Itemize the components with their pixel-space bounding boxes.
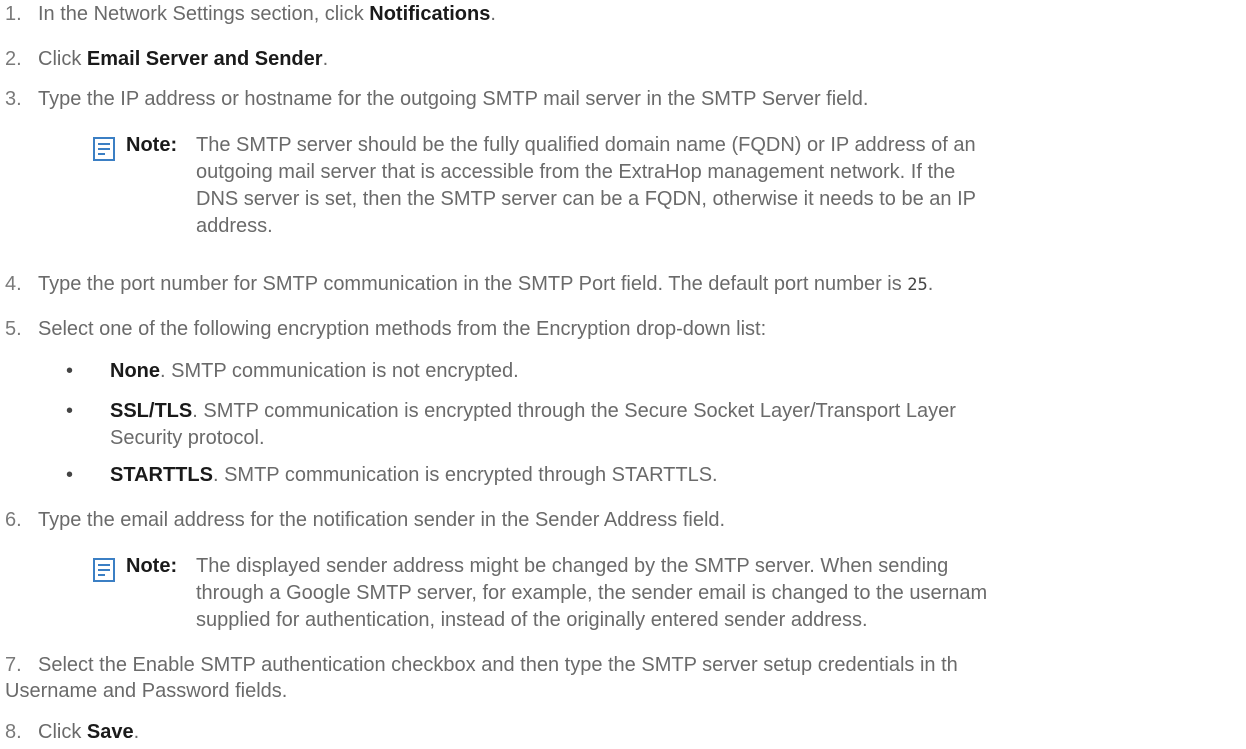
- note-line: outgoing mail server that is accessible …: [196, 161, 956, 183]
- step-number: 4.: [5, 273, 22, 295]
- option-name: None: [110, 360, 160, 382]
- note-icon: [93, 558, 115, 582]
- step-text: Type the port number for SMTP communicat…: [38, 271, 933, 298]
- option-description: . SMTP communication is encrypted throug…: [192, 400, 956, 422]
- note-icon: [93, 137, 115, 161]
- note-line: address.: [196, 215, 273, 237]
- note-body: The displayed sender address might be ch…: [196, 553, 987, 634]
- code-value: 25: [907, 275, 928, 295]
- step-number: 1.: [5, 3, 22, 25]
- note-line: through a Google SMTP server, for exampl…: [196, 582, 988, 604]
- option-name: SSL/TLS: [110, 400, 193, 422]
- option-description-cont: Security protocol.: [110, 427, 265, 449]
- bullet-marker: •: [66, 400, 74, 422]
- step-text: In the Network Settings section, click N…: [38, 1, 496, 27]
- step-number: 3.: [5, 88, 22, 110]
- option-text: SSL/TLS. SMTP communication is encrypted…: [110, 398, 1240, 452]
- encryption-option-ssl-tls: • SSL/TLS. SMTP communication is encrypt…: [66, 398, 1236, 452]
- note-label: Note:: [126, 555, 178, 577]
- note-callout: Note: The displayed sender address might…: [93, 553, 1246, 637]
- step-number: 8.: [5, 721, 22, 743]
- step-text: Click Save.: [38, 719, 139, 745]
- note-line: The SMTP server should be the fully qual…: [196, 134, 976, 156]
- step-text-post: .: [490, 3, 496, 25]
- step-text-post: .: [322, 48, 329, 70]
- note-callout: Note: The SMTP server should be the full…: [93, 132, 1243, 254]
- document-page: 1. In the Network Settings section, clic…: [0, 0, 1246, 749]
- bullet-marker: •: [66, 464, 74, 486]
- step-text-pre: Type the port number for SMTP communicat…: [38, 273, 908, 295]
- step-text-pre: In the Network Settings section, click: [38, 3, 370, 25]
- option-description: . SMTP communication is encrypted throug…: [212, 464, 718, 486]
- step-number: 5.: [5, 318, 22, 340]
- note-line: supplied for authentication, instead of …: [196, 609, 868, 631]
- step-text: Type the IP address or hostname for the …: [38, 88, 869, 110]
- bullet-marker: •: [66, 360, 74, 382]
- option-text: STARTTLS. SMTP communication is encrypte…: [110, 462, 718, 489]
- step-number: 2.: [5, 48, 22, 70]
- option-name: STARTTLS: [110, 464, 213, 486]
- step-7: 7. Select the Enable SMTP authentication…: [0, 652, 1246, 706]
- step-text: Type the email address for the notificat…: [38, 509, 726, 531]
- step-text: Select the Enable SMTP authentication ch…: [38, 652, 958, 678]
- note-label: Note:: [126, 134, 178, 156]
- step-number: 6.: [5, 509, 22, 531]
- note-body: The SMTP server should be the fully qual…: [196, 132, 976, 240]
- ui-term: Email Server and Sender: [86, 48, 323, 70]
- step-text: Click Email Server and Sender.: [38, 46, 328, 72]
- step-number: 7.: [5, 654, 22, 676]
- option-description: . SMTP communication is not encrypted.: [160, 360, 519, 382]
- step-text-pre: Click: [38, 721, 87, 743]
- ui-term: Notifications: [369, 3, 491, 25]
- note-line: DNS server is set, then the SMTP server …: [196, 188, 976, 210]
- step-text: Select one of the following encryption m…: [38, 318, 767, 340]
- option-text: None. SMTP communication is not encrypte…: [110, 358, 519, 385]
- ui-term: Save: [86, 721, 134, 743]
- note-line: The displayed sender address might be ch…: [196, 555, 949, 577]
- step-text-cont: Username and Password fields.: [5, 680, 288, 702]
- step-text-pre: Click: [38, 48, 87, 70]
- step-text-post: .: [927, 273, 934, 295]
- step-text-post: .: [133, 721, 140, 743]
- step-text-line: Select the Enable SMTP authentication ch…: [38, 654, 958, 676]
